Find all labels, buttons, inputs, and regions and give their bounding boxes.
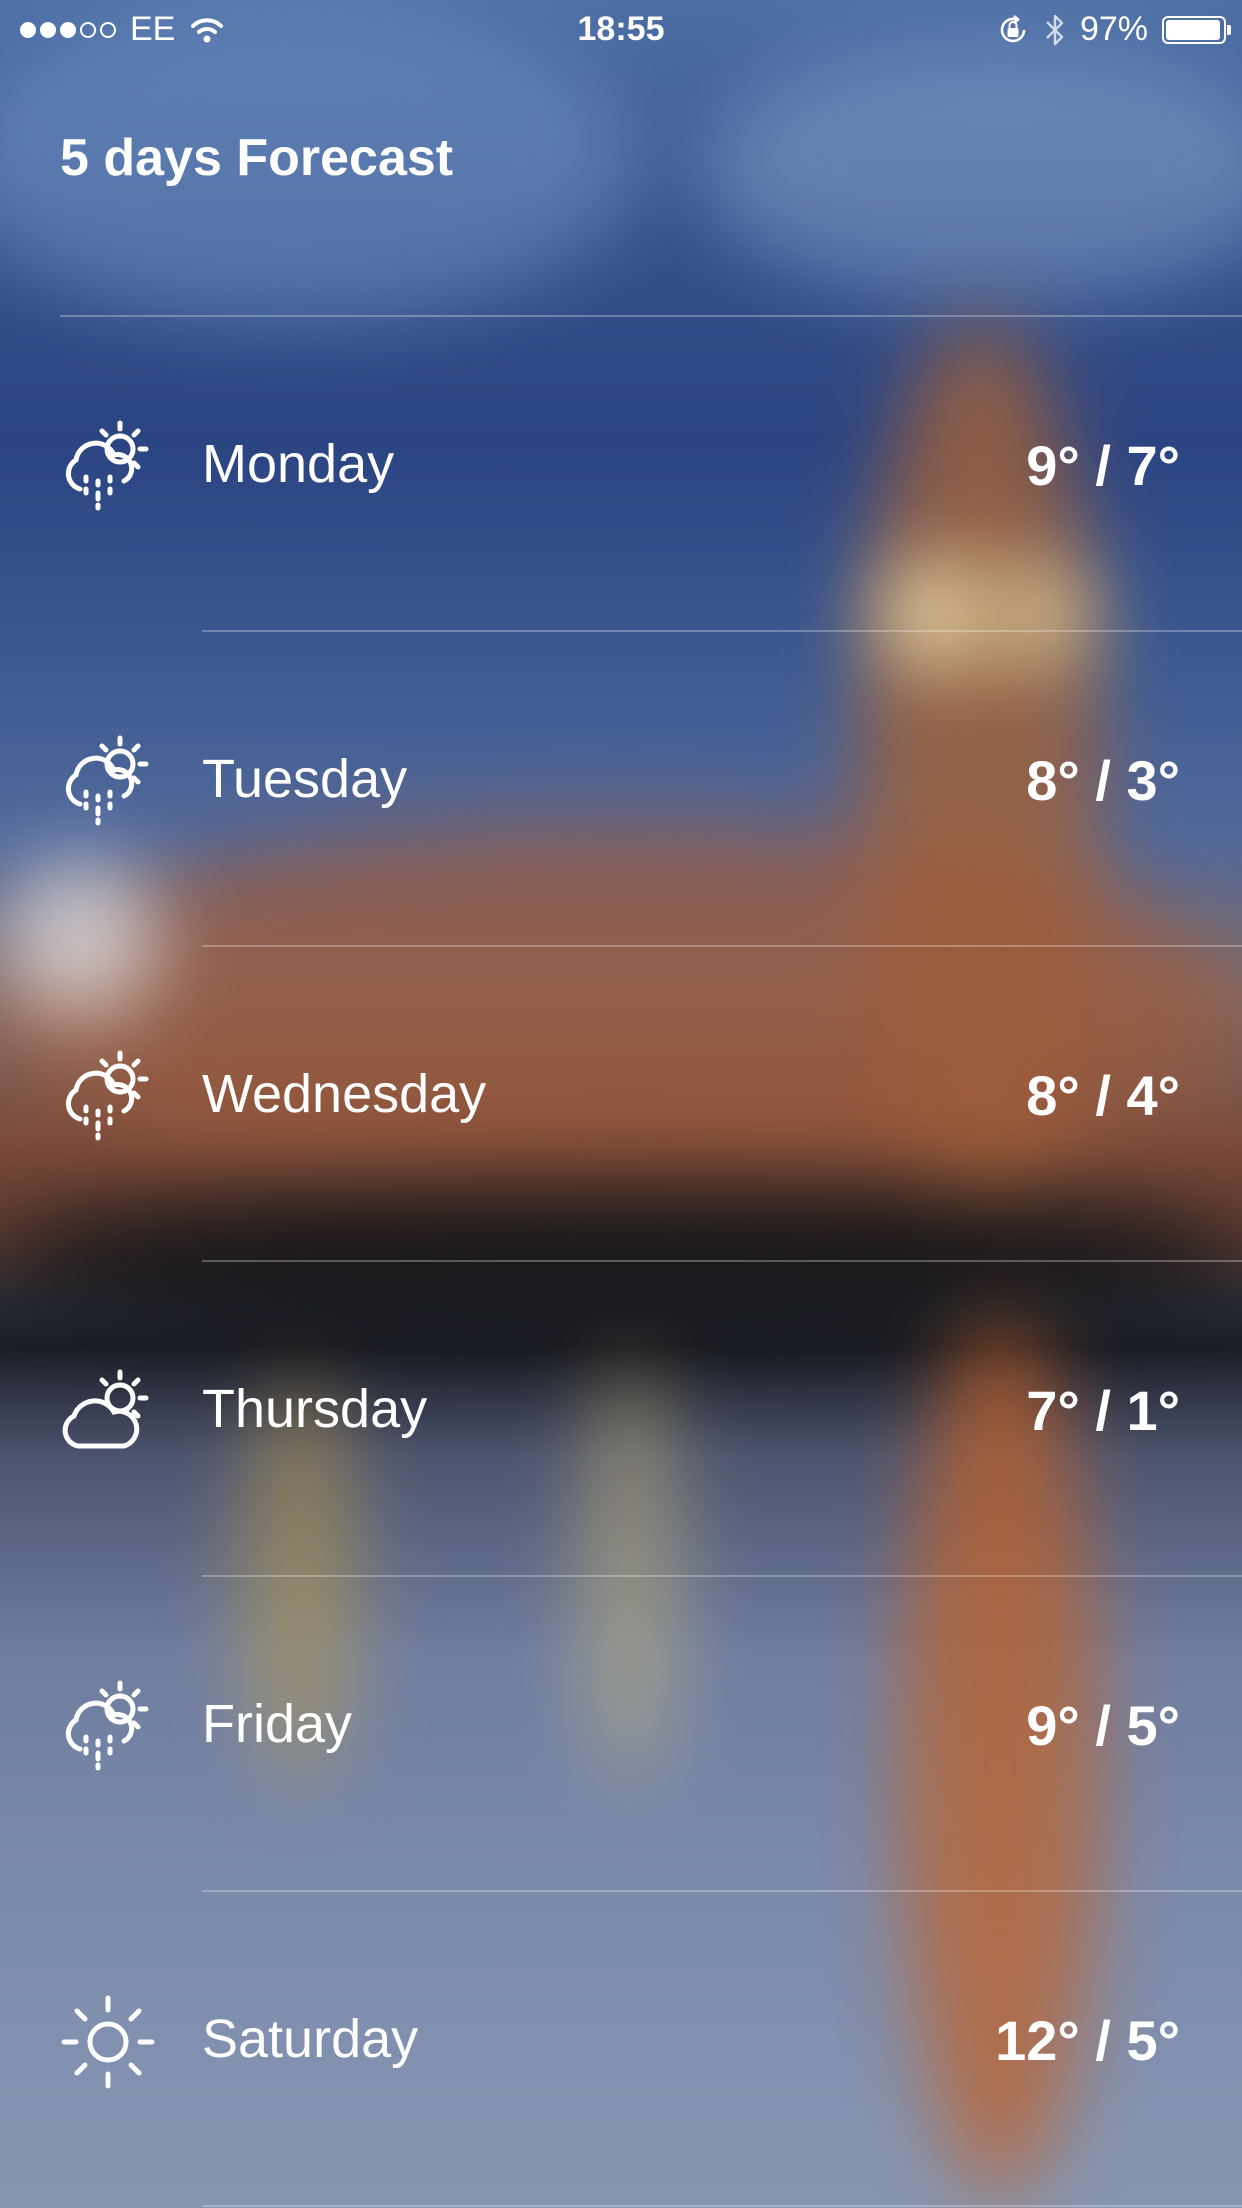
forecast-day: Wednesday xyxy=(202,1064,487,1124)
forecast-temperature: 9° / 7° xyxy=(1026,434,1180,497)
status-bar: EE 18:55 97% xyxy=(0,0,1242,60)
forecast-row[interactable]: Friday 9° / 5° xyxy=(0,1575,1242,1890)
forecast-day: Saturday xyxy=(202,2009,419,2069)
battery-level-fill xyxy=(1166,19,1221,40)
sun-icon xyxy=(56,1990,160,2094)
forecast-day: Tuesday xyxy=(202,749,408,809)
bluetooth-icon xyxy=(1046,14,1064,45)
forecast-row[interactable]: Tuesday 8° / 3° xyxy=(0,630,1242,945)
forecast-temperature: 12° / 5° xyxy=(995,2009,1180,2072)
forecast-temperature: 8° / 3° xyxy=(1026,749,1180,812)
rain-sun-icon xyxy=(56,1675,160,1779)
forecast-day: Monday xyxy=(202,434,395,494)
row-divider xyxy=(202,2205,1242,2207)
status-right: 97% xyxy=(996,10,1231,49)
battery-icon xyxy=(1162,15,1231,44)
page-title: 5 days Forecast xyxy=(60,129,454,187)
forecast-row[interactable]: Monday 9° / 7° xyxy=(0,315,1242,630)
forecast-temperature: 9° / 5° xyxy=(1026,1694,1180,1757)
rain-sun-icon xyxy=(56,1045,160,1149)
partly-cloudy-icon xyxy=(56,1360,160,1464)
forecast-temperature: 7° / 1° xyxy=(1026,1379,1180,1442)
forecast-temperature: 8° / 4° xyxy=(1026,1064,1180,1127)
rotation-lock-icon xyxy=(1000,14,1026,42)
rain-sun-icon xyxy=(56,415,160,519)
battery-percent: 97% xyxy=(1079,10,1148,48)
forecast-day: Friday xyxy=(202,1694,353,1754)
rain-sun-icon xyxy=(56,730,160,834)
forecast-row[interactable]: Wednesday 8° / 4° xyxy=(0,945,1242,1260)
forecast-day: Thursday xyxy=(202,1379,428,1439)
forecast-row[interactable]: Saturday 12° / 5° xyxy=(0,1890,1242,2205)
forecast-row[interactable]: Thursday 7° / 1° xyxy=(0,1260,1242,1575)
